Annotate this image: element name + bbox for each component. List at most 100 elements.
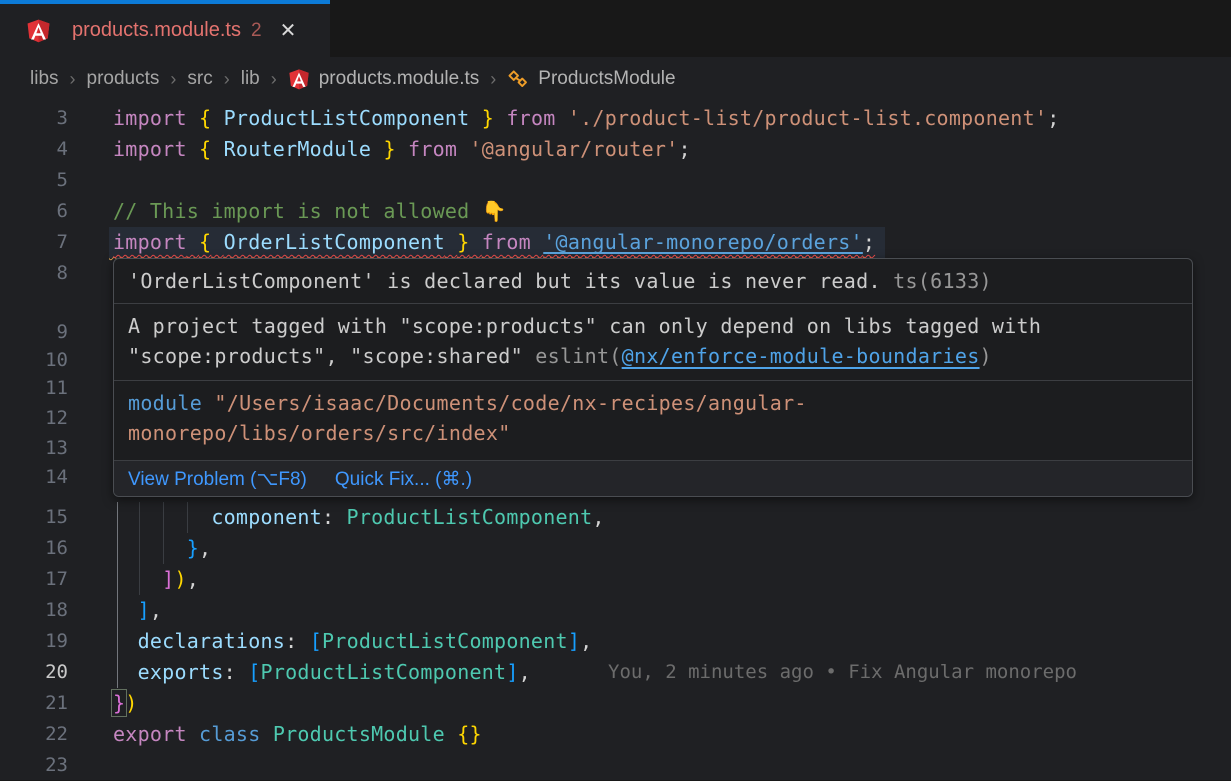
code-line-21[interactable]: 21}) (0, 688, 1231, 719)
token (457, 137, 469, 161)
token (113, 660, 138, 684)
code-text: component: ProductListComponent, (113, 502, 605, 533)
line-number-9[interactable]: 9 (0, 317, 68, 348)
token: } (457, 230, 469, 254)
code-text: }, (113, 533, 211, 564)
token: } (187, 536, 199, 560)
code-editor[interactable]: 3 import { ProductListComponent } from '.… (0, 101, 1231, 780)
code-line-3[interactable]: 3 import { ProductListComponent } from '.… (0, 103, 1231, 134)
code-line-20[interactable]: 20 exports: [ProductListComponent], You, … (0, 657, 1231, 688)
code-text: exports: [ProductListComponent], (113, 657, 531, 688)
hover-actions: View Problem (⌥F8) Quick Fix... (⌘.) (114, 461, 1192, 497)
token: [ (248, 660, 260, 684)
line-number-8[interactable]: 8 (0, 258, 68, 289)
token: , (519, 660, 531, 684)
token (187, 106, 199, 130)
line-number-15[interactable]: 15 (0, 502, 68, 533)
token: } (383, 137, 395, 161)
token: import (113, 137, 187, 161)
token: } (482, 106, 494, 130)
code-text: import { OrderListComponent } from '@ang… (113, 227, 875, 258)
ts-error-code: ts(6133) (893, 269, 992, 293)
code-text: export class ProductsModule {} (113, 719, 482, 750)
token: , (199, 536, 211, 560)
token (113, 567, 162, 591)
token (211, 137, 223, 161)
code-text: import { ProductListComponent } from './… (113, 103, 1059, 134)
view-problem-button[interactable]: View Problem (⌥F8) (128, 468, 307, 491)
quick-fix-button[interactable]: Quick Fix... (⌘.) (335, 468, 472, 491)
code-line-19[interactable]: 19 declarations: [ProductListComponent], (0, 626, 1231, 657)
code-line-5[interactable]: 5 (0, 165, 1231, 196)
code-line-4[interactable]: 4 import { RouterModule } from '@angular/… (0, 134, 1231, 165)
code-line-18[interactable]: 18 ], (0, 595, 1231, 626)
line-number-23[interactable]: 23 (0, 750, 68, 781)
token (469, 106, 481, 130)
code-text: import { RouterModule } from '@angular/r… (113, 134, 691, 165)
token (211, 230, 223, 254)
git-blame-annotation: You, 2 minutes ago • Fix Angular monorep… (608, 657, 1077, 688)
module-specifier-link[interactable]: '@angular-monorepo/orders' (543, 230, 863, 254)
token (334, 505, 346, 529)
line-number-17[interactable]: 17 (0, 564, 68, 595)
token (531, 230, 543, 254)
line-number-6[interactable]: 6 (0, 196, 68, 227)
token: { (199, 106, 211, 130)
token (113, 598, 138, 622)
line-number-21[interactable]: 21 (0, 688, 68, 719)
token: : (285, 629, 297, 653)
token: import (113, 230, 187, 254)
line-number-10[interactable]: 10 (0, 345, 68, 376)
code-text: ], (113, 595, 162, 626)
token (371, 137, 383, 161)
line-number-19[interactable]: 19 (0, 626, 68, 657)
line-number-11[interactable]: 11 (0, 373, 68, 404)
token: {} (457, 722, 482, 746)
line-number-7[interactable]: 7 (0, 227, 68, 258)
line-number-3[interactable]: 3 (0, 103, 68, 134)
token (494, 106, 506, 130)
eslint-rule-link[interactable]: @nx/enforce-module-boundaries (622, 344, 980, 368)
token: ] (162, 567, 174, 591)
eslint-error-message: A project tagged with "scope:products" c… (114, 304, 1192, 381)
line-number-14[interactable]: 14 (0, 462, 68, 493)
code-line-16[interactable]: 16 }, (0, 533, 1231, 564)
token (187, 230, 199, 254)
token: './product-list/product-list.component' (568, 106, 1047, 130)
code-line-7[interactable]: 7 import { OrderListComponent } from '@an… (0, 227, 1231, 258)
token: : (224, 660, 236, 684)
line-number-13[interactable]: 13 (0, 433, 68, 464)
token: // This import is not allowed 👇 (113, 199, 507, 223)
token (211, 106, 223, 130)
line-number-12[interactable]: 12 (0, 403, 68, 434)
token: : (322, 505, 334, 529)
token: '@angular/router' (470, 137, 679, 161)
token: { (199, 137, 211, 161)
line-number-5[interactable]: 5 (0, 165, 68, 196)
token: ProductListComponent (224, 106, 470, 130)
token (396, 137, 408, 161)
code-line-6[interactable]: 6 // This import is not allowed 👇 (0, 196, 1231, 227)
code-line-15[interactable]: 15 component: ProductListComponent, (0, 502, 1231, 533)
hover-problem-popup: 'OrderListComponent' is declared but its… (113, 258, 1193, 497)
token: from (482, 230, 531, 254)
token (187, 137, 199, 161)
code-text: ]), (113, 564, 199, 595)
token: , (150, 598, 162, 622)
token (113, 536, 187, 560)
line-number-20[interactable]: 20 (0, 657, 68, 688)
line-number-16[interactable]: 16 (0, 533, 68, 564)
token: import (113, 106, 187, 130)
token: , (187, 567, 199, 591)
code-line-17[interactable]: 17 ]), (0, 564, 1231, 595)
token (556, 106, 568, 130)
token: [ (310, 629, 322, 653)
token: ProductListComponent (347, 505, 593, 529)
token (445, 722, 457, 746)
line-number-4[interactable]: 4 (0, 134, 68, 165)
token: class (199, 722, 260, 746)
line-number-22[interactable]: 22 (0, 719, 68, 750)
code-line-22[interactable]: 22 export class ProductsModule {} (0, 719, 1231, 750)
code-line-23[interactable]: 23 (0, 750, 1231, 781)
line-number-18[interactable]: 18 (0, 595, 68, 626)
